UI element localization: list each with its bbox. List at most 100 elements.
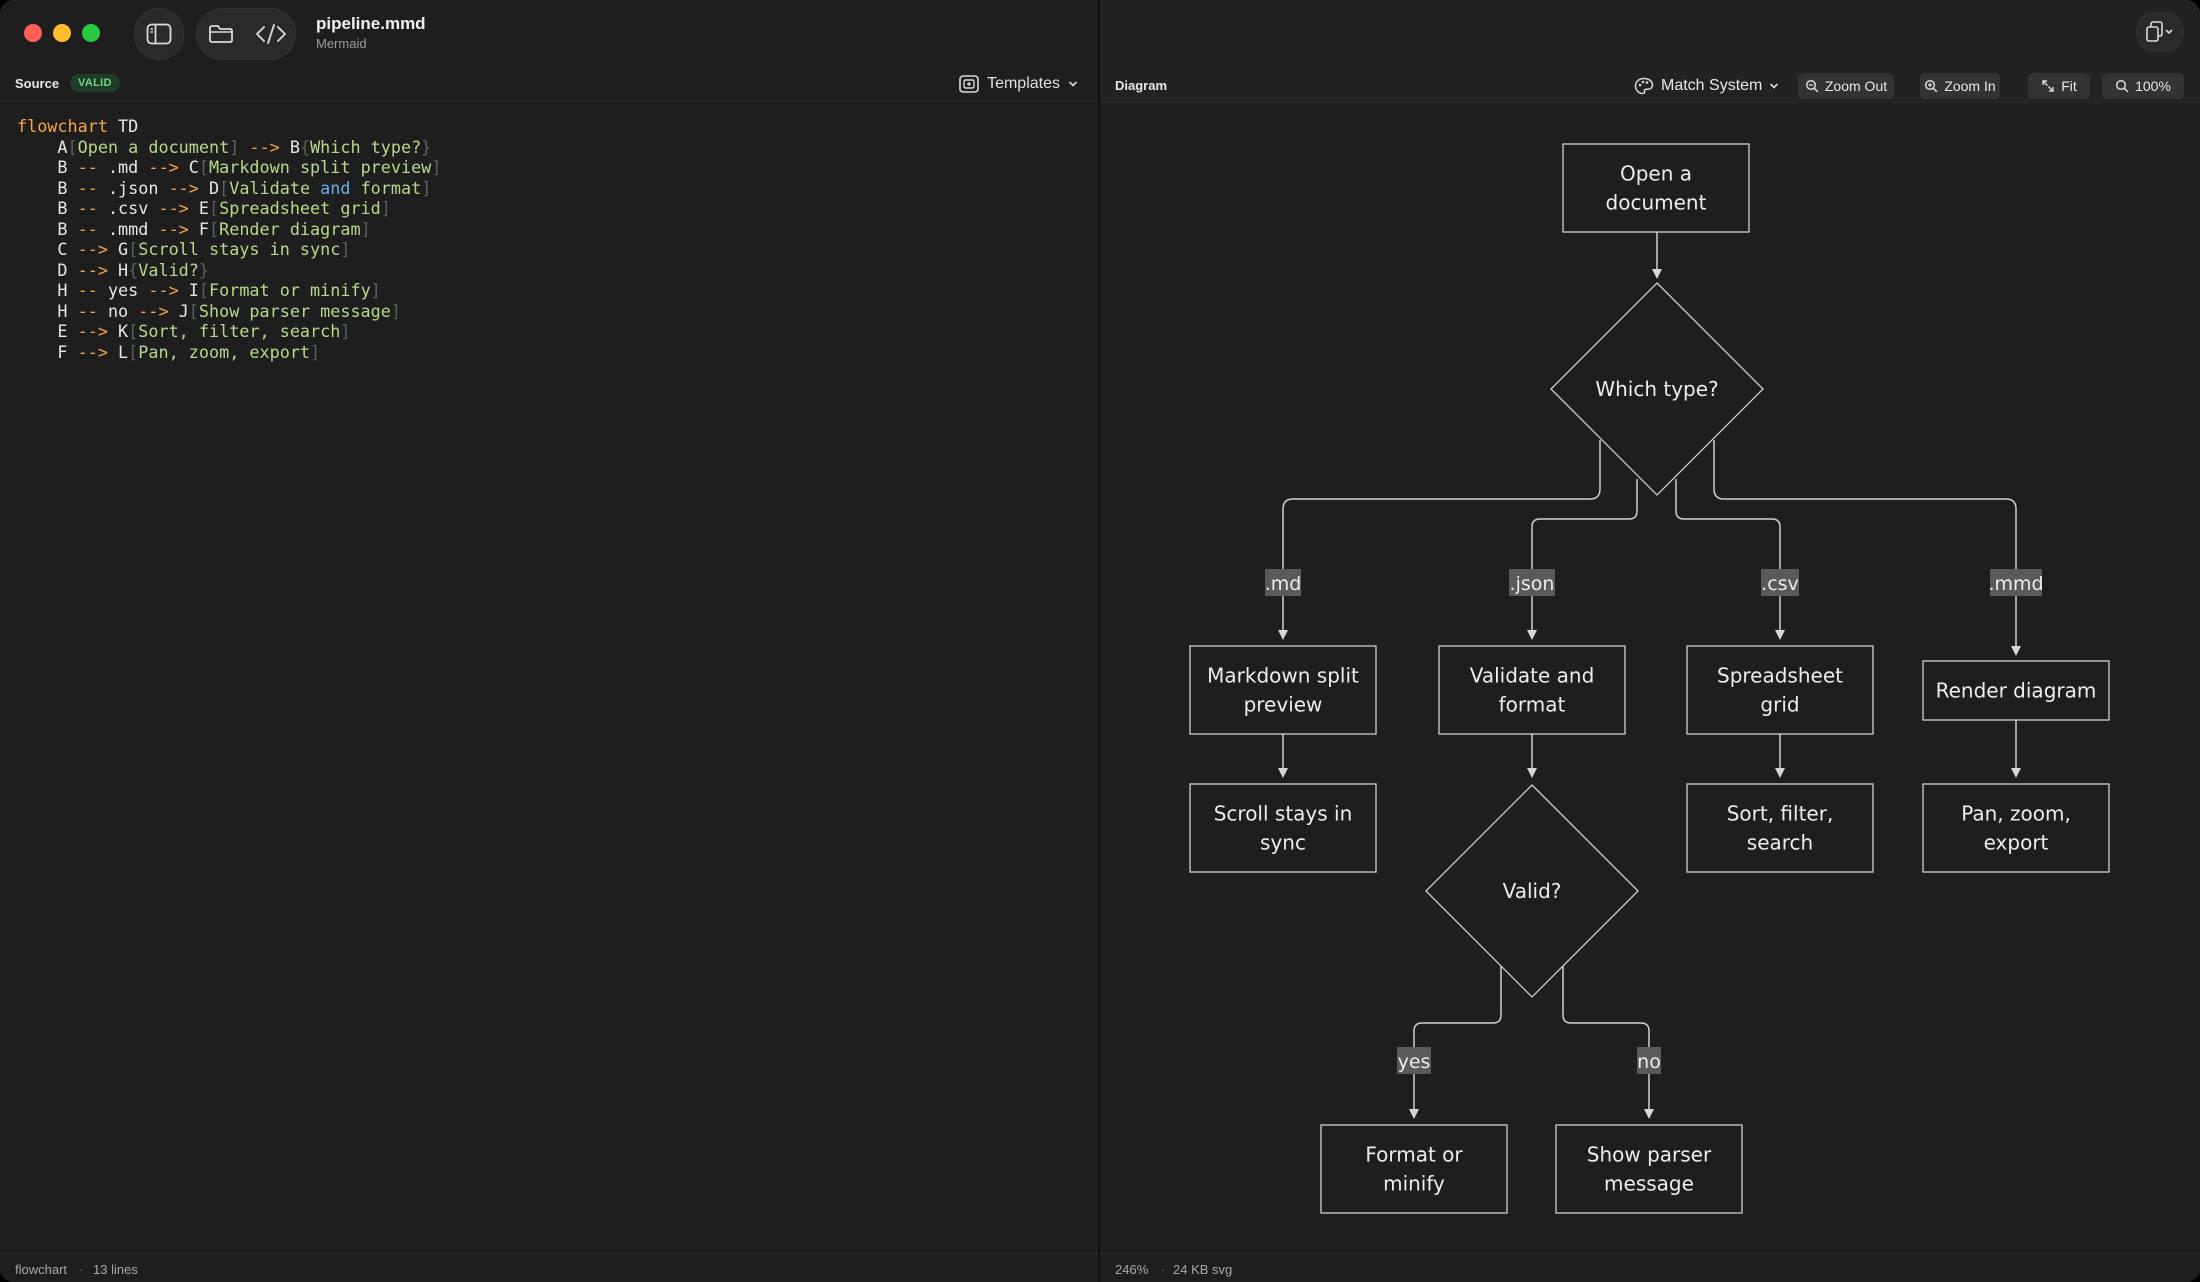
code-token: -->	[138, 300, 169, 321]
node-k-label: Sort, filter,	[1727, 802, 1834, 826]
code-line: E --> K[Sort, filter, search]	[17, 321, 1077, 342]
code-editor[interactable]: flowchart TD A[Open a document] --> B{Wh…	[17, 116, 1077, 362]
document-type: Mermaid	[316, 36, 367, 51]
code-token: -->	[148, 157, 179, 177]
zoom-in-label: Zoom In	[1944, 78, 1996, 94]
code-token: Format or minify	[209, 280, 371, 300]
node-c-label: Markdown split	[1207, 664, 1359, 688]
code-token: -->	[77, 321, 108, 341]
edge-h-i	[1409, 966, 1502, 1119]
code-token: I	[178, 280, 199, 300]
node-k-box[interactable]	[1686, 783, 1874, 873]
status-svg-size: 24 KB svg	[1173, 1262, 1233, 1277]
zoom-in-button[interactable]: Zoom In	[1920, 73, 2000, 99]
node-b-label: Which type?	[1595, 377, 1718, 401]
code-line: C --> G[Scroll stays in sync]	[17, 239, 1077, 260]
status-zoom: 246%	[1115, 1262, 1149, 1277]
magnifier-icon	[2116, 79, 2129, 93]
code-token: Sort, filter, search	[138, 321, 341, 341]
code-line: H -- yes --> I[Format or minify]	[17, 280, 1077, 301]
status-diagram-type: flowchart	[15, 1262, 68, 1277]
code-token: Show parser message	[198, 300, 391, 321]
minimize-window-button[interactable]	[53, 24, 71, 42]
diagram-pane: Diagram Match System Zoom Out Zoom In Fi…	[1100, 0, 2200, 1282]
theme-select-label: Match System	[1661, 77, 1763, 94]
status-separator: ·	[79, 1262, 84, 1277]
code-token: {	[299, 136, 311, 157]
diagram-canvas[interactable]: .md .json .csv .mmd yes no Open a documen…	[1100, 103, 2200, 1253]
fit-arrows-icon	[2042, 80, 2054, 92]
code-token: K	[107, 321, 129, 341]
code-token: Render diagram	[219, 218, 361, 239]
code-token: L	[107, 341, 129, 362]
code-token: [	[67, 136, 78, 157]
code-token: Scroll stays in sync	[138, 239, 341, 259]
node-e-box[interactable]	[1686, 645, 1874, 735]
diagram-statusbar: 246% · 24 KB svg	[1100, 1253, 2200, 1282]
code-token: B	[17, 177, 78, 198]
toggle-sidebar-button[interactable]	[138, 14, 180, 54]
code-token: [	[209, 218, 220, 239]
code-token: ]	[421, 177, 432, 198]
code-token: TD	[107, 116, 139, 136]
code-token: --	[77, 300, 98, 321]
source-pane: pipeline.mmd Mermaid Source VALID Templa…	[0, 0, 1098, 1282]
node-g-box[interactable]	[1189, 783, 1377, 873]
code-token: H	[107, 259, 129, 280]
code-token: .json	[97, 177, 169, 198]
fit-button[interactable]: Fit	[2028, 73, 2090, 99]
code-token: D	[198, 177, 220, 198]
close-window-button[interactable]	[24, 24, 42, 42]
app-window: pipeline.mmd Mermaid Source VALID Templa…	[0, 0, 2200, 1282]
edge-label-no: no	[1637, 1051, 1661, 1073]
node-c-box[interactable]	[1189, 645, 1377, 735]
node-f-label: Render diagram	[1936, 679, 2097, 703]
export-copy-icon	[2146, 21, 2173, 42]
source-toolbar: Source VALID Templates	[0, 68, 1098, 100]
node-i-box[interactable]	[1320, 1124, 1508, 1214]
node-a-box[interactable]	[1562, 143, 1750, 233]
code-token: -->	[158, 218, 189, 239]
code-token: ]	[310, 341, 321, 362]
node-e-label: Spreadsheet	[1717, 664, 1843, 688]
node-e-label: grid	[1760, 693, 1799, 717]
code-token: [	[219, 177, 230, 198]
code-token: Which type?	[310, 136, 422, 157]
export-button[interactable]	[2136, 12, 2184, 52]
code-token: .csv	[97, 198, 159, 218]
code-token: G	[107, 239, 129, 259]
code-token: Validate	[229, 177, 321, 198]
zoom-out-button[interactable]: Zoom Out	[1798, 73, 1894, 99]
node-j-box[interactable]	[1555, 1124, 1743, 1214]
edge-b-c	[1278, 440, 1601, 640]
code-token: ]	[370, 280, 381, 300]
code-line: F --> L[Pan, zoom, export]	[17, 342, 1077, 363]
source-toolbar-divider	[0, 100, 1098, 101]
code-token: B	[17, 157, 78, 177]
zoom-window-button[interactable]	[82, 24, 100, 42]
node-g-label: Scroll stays in	[1214, 802, 1353, 826]
code-token: D	[17, 259, 78, 280]
node-l-box[interactable]	[1922, 783, 2110, 873]
code-token: [	[128, 341, 139, 362]
code-token: [	[198, 157, 210, 177]
code-token: [	[128, 239, 139, 259]
node-j-label: Show parser	[1587, 1143, 1712, 1167]
open-folder-button[interactable]	[200, 14, 242, 54]
view-source-button[interactable]	[250, 14, 292, 54]
theme-select[interactable]: Match System	[1634, 74, 1779, 98]
code-token: {	[128, 259, 139, 280]
sidebar-toggle-icon	[146, 23, 172, 45]
code-token: }	[198, 259, 209, 280]
zoom-level-button[interactable]: 100%	[2102, 73, 2184, 99]
code-token: ]	[229, 136, 240, 157]
node-d-box[interactable]	[1438, 645, 1626, 735]
code-token: F	[17, 341, 78, 362]
templates-button[interactable]: Templates	[959, 71, 1078, 97]
code-token: F	[188, 218, 209, 239]
code-token: Markdown split preview	[209, 157, 432, 177]
flowchart-svg: .md .json .csv .mmd yes no Open a documen…	[1189, 143, 2110, 1214]
node-c-label: preview	[1244, 693, 1323, 717]
code-line: D --> H{Valid?}	[17, 260, 1077, 281]
code-token: }	[421, 136, 432, 157]
